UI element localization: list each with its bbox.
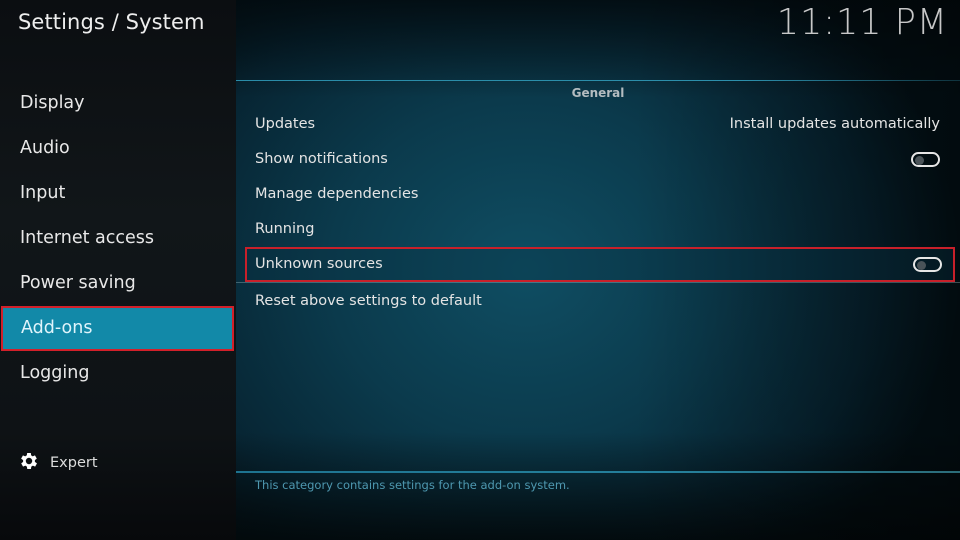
sidebar-item-internet-access[interactable]: Internet access — [0, 216, 236, 261]
sidebar: Settings / System Display Audio Input In… — [0, 0, 236, 540]
toggle-knob — [917, 260, 926, 270]
page-title: Settings / System — [18, 10, 205, 34]
reset-settings-button[interactable]: Reset above settings to default — [236, 284, 960, 319]
divider — [236, 80, 960, 81]
toggle-knob — [915, 155, 924, 165]
setting-value: Install updates automatically — [729, 116, 940, 132]
gear-icon — [18, 450, 40, 476]
setting-label: Manage dependencies — [255, 186, 419, 202]
sidebar-item-label: Audio — [20, 138, 70, 158]
category-description: This category contains settings for the … — [255, 478, 570, 492]
toggle-switch[interactable] — [913, 257, 942, 272]
sidebar-item-display[interactable]: Display — [0, 81, 236, 126]
clock: 11:11 PM — [776, 2, 948, 44]
sidebar-item-label: Logging — [20, 363, 90, 383]
separator — [236, 282, 960, 283]
toggle-switch[interactable] — [911, 152, 940, 167]
setting-label: Updates — [255, 116, 316, 132]
sidebar-item-power-saving[interactable]: Power saving — [0, 261, 236, 306]
sidebar-item-label: Add-ons — [21, 318, 93, 338]
divider — [236, 471, 960, 473]
setting-manage-dependencies[interactable]: Manage dependencies — [236, 177, 960, 212]
setting-label: Show notifications — [255, 151, 388, 167]
sidebar-item-label: Internet access — [20, 228, 155, 248]
sidebar-item-add-ons[interactable]: Add-ons — [1, 306, 234, 351]
sidebar-item-audio[interactable]: Audio — [0, 126, 236, 171]
category-list: Display Audio Input Internet access Powe… — [0, 81, 236, 396]
setting-label: Unknown sources — [255, 256, 383, 272]
setting-unknown-sources[interactable]: Unknown sources — [245, 247, 955, 282]
sidebar-item-label: Input — [20, 183, 66, 203]
setting-label: Running — [255, 221, 315, 237]
sidebar-item-input[interactable]: Input — [0, 171, 236, 216]
reset-label: Reset above settings to default — [255, 293, 482, 309]
setting-updates[interactable]: Updates Install updates automatically — [236, 107, 960, 142]
sidebar-item-label: Display — [20, 93, 85, 113]
settings-list: Updates Install updates automatically Sh… — [236, 107, 960, 319]
sidebar-item-label: Power saving — [20, 273, 136, 293]
group-header: General — [571, 86, 625, 100]
setting-show-notifications[interactable]: Show notifications — [236, 142, 960, 177]
setting-running[interactable]: Running — [236, 212, 960, 247]
sidebar-item-logging[interactable]: Logging — [0, 351, 236, 396]
settings-level-label: Expert — [50, 455, 98, 471]
settings-level-button[interactable]: Expert — [18, 451, 98, 475]
